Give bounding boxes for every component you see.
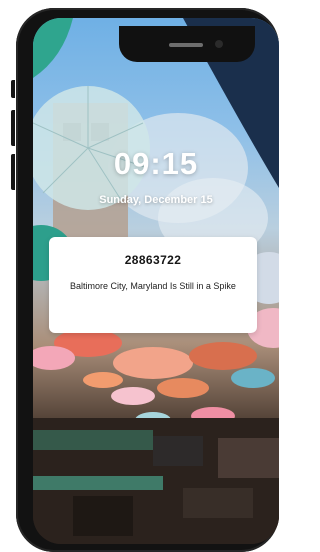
- notification-card[interactable]: 28863722 Baltimore City, Maryland Is Sti…: [49, 237, 257, 333]
- lock-screen-time: 09:15: [113, 146, 199, 181]
- notification-title: 28863722: [124, 253, 182, 267]
- notification-body: Baltimore City, Maryland Is Still in a S…: [70, 281, 236, 291]
- front-camera-icon: [215, 40, 223, 48]
- volume-up-button[interactable]: [11, 110, 15, 146]
- mute-switch[interactable]: [11, 80, 15, 98]
- lock-screen-date: Sunday, December 15: [99, 194, 213, 206]
- lock-screen: 09:15 Sunday, December 15 28863722 Balti…: [33, 18, 279, 544]
- volume-down-button[interactable]: [11, 154, 15, 190]
- speaker-icon: [169, 43, 203, 47]
